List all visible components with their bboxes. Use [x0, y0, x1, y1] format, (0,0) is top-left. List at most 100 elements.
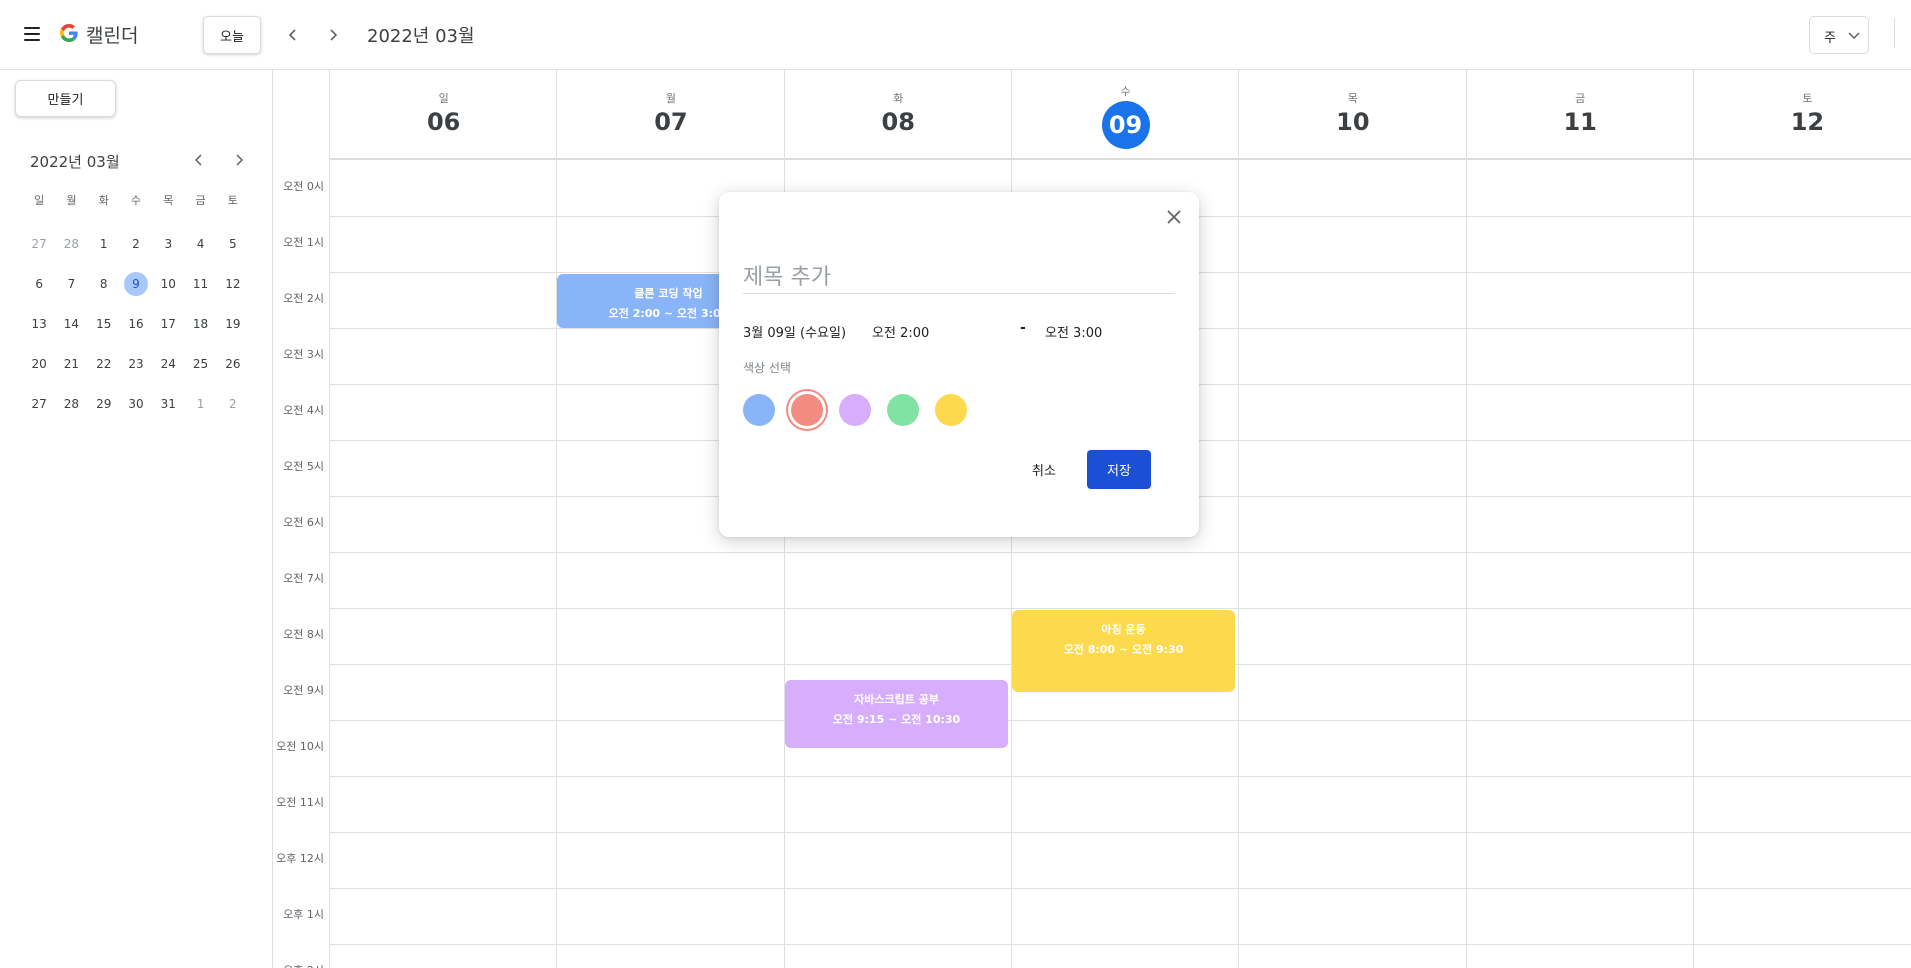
mini-day[interactable]: 14 — [55, 312, 87, 336]
day-number[interactable]: 12 — [1694, 108, 1911, 136]
view-select-label: 주 — [1824, 31, 1836, 46]
day-header-6[interactable]: 토 12 — [1694, 70, 1911, 159]
chevron-down-icon — [1848, 32, 1860, 40]
color-swatch[interactable] — [839, 394, 871, 426]
create-button[interactable]: 만들기 — [15, 80, 116, 117]
hamburger-menu-icon[interactable] — [24, 27, 40, 41]
mini-day-number: 25 — [192, 357, 209, 371]
mini-day-number: 19 — [225, 317, 241, 331]
mini-day[interactable]: 1 — [184, 392, 216, 416]
chevron-right-icon[interactable] — [326, 26, 340, 44]
hour-label: 오후 12시 — [276, 852, 324, 865]
mini-day[interactable]: 11 — [184, 272, 216, 296]
day-of-week-label: 토 — [1802, 92, 1813, 105]
mini-day[interactable]: 24 — [152, 352, 184, 376]
mini-day[interactable]: 23 — [120, 352, 152, 376]
calendar-event[interactable]: 자바스크립트 공부 오전 9:15 ~ 오전 10:30 — [785, 680, 1008, 748]
mini-day[interactable]: 27 — [23, 392, 55, 416]
mini-next-month-icon[interactable] — [232, 152, 246, 168]
color-swatch[interactable] — [743, 394, 775, 426]
mini-day[interactable]: 8 — [88, 272, 120, 296]
mini-day[interactable]: 6 — [23, 272, 55, 296]
mini-day[interactable]: 7 — [55, 272, 87, 296]
mini-day-selected[interactable]: 9 — [120, 272, 152, 296]
mini-day[interactable]: 28 — [55, 232, 87, 256]
day-header-3[interactable]: 수 09 — [1012, 70, 1239, 159]
today-date-number[interactable]: 09 — [1101, 101, 1150, 149]
hour-label: 오전 8시 — [283, 628, 324, 641]
mini-day[interactable]: 2 — [217, 392, 249, 416]
mini-day-number: 27 — [31, 397, 47, 411]
cancel-button[interactable]: 취소 — [1019, 450, 1069, 488]
hour-gridline — [330, 720, 1911, 721]
today-button[interactable]: 오늘 — [203, 16, 261, 54]
mini-day[interactable]: 21 — [55, 352, 87, 376]
close-icon[interactable] — [1165, 208, 1183, 226]
mini-day[interactable]: 27 — [23, 232, 55, 256]
color-swatch-selected[interactable] — [791, 394, 823, 426]
day-header-5[interactable]: 금 11 — [1467, 70, 1694, 159]
mini-day[interactable]: 26 — [217, 352, 249, 376]
day-of-week-label: 목 — [1347, 92, 1358, 105]
mini-day[interactable]: 30 — [120, 392, 152, 416]
save-button[interactable]: 저장 — [1087, 450, 1151, 489]
mini-day[interactable]: 1 — [88, 232, 120, 256]
day-number[interactable]: 10 — [1239, 108, 1466, 136]
event-create-dialog: 3월 09일 (수요일) 오전 2:00 - 오전 3:00 색상 선택 취소 … — [719, 192, 1199, 537]
chevron-left-icon[interactable] — [286, 26, 300, 44]
mini-weekday-label: 일 — [34, 194, 45, 207]
mini-day-number: 27 — [31, 237, 47, 251]
mini-prev-month-icon[interactable] — [192, 152, 206, 168]
mini-weekday-label: 목 — [163, 194, 174, 207]
mini-day-number: 2 — [132, 237, 140, 251]
day-header-2[interactable]: 화 08 — [785, 70, 1012, 159]
day-number[interactable]: 06 — [330, 108, 557, 136]
mini-day[interactable]: 29 — [88, 392, 120, 416]
color-swatch[interactable] — [935, 394, 967, 426]
mini-day[interactable]: 19 — [217, 312, 249, 336]
mini-day[interactable]: 10 — [152, 272, 184, 296]
mini-day[interactable]: 13 — [23, 312, 55, 336]
mini-day-number: 8 — [99, 277, 108, 291]
mini-day[interactable]: 31 — [152, 392, 184, 416]
calendar-event[interactable]: 아침 운동 오전 8:00 ~ 오전 9:30 — [1012, 610, 1235, 692]
mini-day-number: 7 — [67, 277, 76, 291]
mini-day-number: 26 — [225, 357, 241, 371]
mini-day[interactable]: 3 — [152, 232, 184, 256]
mini-day-number: 1 — [196, 397, 205, 411]
event-date[interactable]: 3월 09일 (수요일) — [743, 322, 846, 341]
day-header-4[interactable]: 목 10 — [1239, 70, 1466, 159]
mini-day-number: 29 — [96, 397, 112, 411]
mini-day[interactable]: 18 — [184, 312, 216, 336]
color-swatch[interactable] — [887, 394, 919, 426]
mini-day[interactable]: 25 — [184, 352, 216, 376]
event-start-time[interactable]: 오전 2:00 — [872, 322, 929, 341]
day-header-1[interactable]: 월 07 — [557, 70, 784, 159]
view-select[interactable]: 주 — [1809, 16, 1869, 54]
mini-day[interactable]: 15 — [88, 312, 120, 336]
mini-week-row: 6 7 8 9 10 11 12 — [23, 264, 249, 304]
mini-day[interactable]: 5 — [217, 232, 249, 256]
mini-day[interactable]: 4 — [184, 232, 216, 256]
mini-calendar-grid: 일 월 화 수 목 금 토 27 28 1 2 3 4 5 6 7 8 9 10 11 12 13 14 15 16 17 18 19… — [23, 192, 249, 424]
event-title-input[interactable] — [743, 262, 1175, 294]
day-of-week-label: 수 — [1120, 85, 1131, 98]
hour-gridline — [330, 944, 1911, 945]
mini-day-number: 4 — [196, 237, 205, 251]
mini-day[interactable]: 28 — [55, 392, 87, 416]
mini-day[interactable]: 17 — [152, 312, 184, 336]
day-number[interactable]: 11 — [1467, 108, 1694, 136]
mini-day[interactable]: 2 — [120, 232, 152, 256]
mini-day[interactable]: 22 — [88, 352, 120, 376]
mini-day-number: 3 — [164, 237, 173, 251]
mini-day[interactable]: 20 — [23, 352, 55, 376]
mini-day[interactable]: 12 — [217, 272, 249, 296]
day-number[interactable]: 08 — [785, 108, 1012, 136]
day-column-divider — [1466, 70, 1467, 968]
mini-day[interactable]: 16 — [120, 312, 152, 336]
mini-weekday-label: 월 — [66, 194, 77, 207]
mini-day-number: 28 — [63, 397, 80, 411]
event-end-time[interactable]: 오전 3:00 — [1045, 322, 1102, 341]
day-number[interactable]: 07 — [557, 108, 784, 136]
day-header-0[interactable]: 일 06 — [330, 70, 557, 159]
